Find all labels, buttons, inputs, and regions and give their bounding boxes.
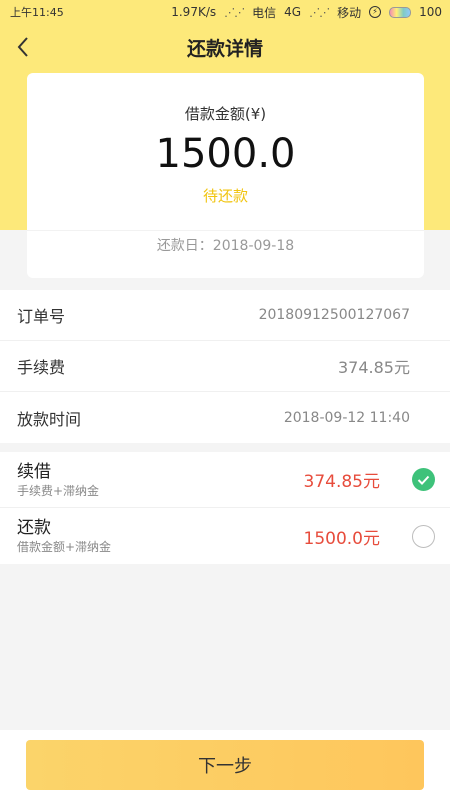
carrier-2: 移动 xyxy=(337,5,362,20)
network-speed: 1.97K/s xyxy=(171,5,217,19)
checked-circle-icon[interactable] xyxy=(412,468,435,491)
info-label: 订单号 xyxy=(17,307,66,326)
option-subtitle: 手续费+滞纳金 xyxy=(17,483,100,498)
status-time: 上午11:45 xyxy=(10,6,64,19)
option-title: 续借 xyxy=(17,461,51,482)
info-value: 20180912500127067 xyxy=(258,307,410,323)
amount-card: 借款金额(¥) 1500.0 待还款 还款日：2018-09-18 xyxy=(27,73,424,278)
info-list: 订单号 20180912500127067 手续费 374.85元 放款时间 2… xyxy=(0,290,450,443)
info-row-order-number: 订单号 20180912500127067 xyxy=(0,290,450,341)
option-title: 还款 xyxy=(17,518,51,538)
carrier-1: 电信 xyxy=(252,5,277,20)
divider xyxy=(27,230,424,231)
bottom-bar: 下一步 xyxy=(0,730,450,800)
status-bar: 上午11:45 1.97K/s ⋰⋰ 电信 4G ⋰⋰ 移动 ⚡ 100 xyxy=(0,0,450,24)
unchecked-circle-icon[interactable] xyxy=(412,524,435,548)
due-date: 还款日：2018-09-18 xyxy=(156,238,295,254)
loan-amount: 1500.0 xyxy=(155,131,296,177)
info-row-fee: 手续费 374.85元 xyxy=(0,341,450,392)
info-row-loan-time: 放款时间 2018-09-12 11:40 xyxy=(0,392,450,443)
page-title: 还款详情 xyxy=(186,37,263,60)
nav-bar: 还款详情 xyxy=(0,24,450,70)
info-label: 放款时间 xyxy=(17,409,82,429)
option-repay[interactable]: 还款 借款金额+滞纳金 1500.0元 xyxy=(0,508,450,564)
back-button[interactable] xyxy=(8,30,38,64)
battery-icon xyxy=(389,6,412,18)
battery-level: 100 xyxy=(419,5,442,19)
option-subtitle: 借款金额+滞纳金 xyxy=(17,540,112,554)
charging-icon: ⚡ xyxy=(369,6,382,18)
option-amount: 1500.0元 xyxy=(303,528,380,549)
amount-label: 借款金额(¥) xyxy=(184,105,267,123)
info-label: 手续费 xyxy=(17,358,66,377)
network-type: 4G xyxy=(284,5,302,19)
next-step-button[interactable]: 下一步 xyxy=(26,740,424,790)
chevron-left-icon xyxy=(17,37,28,57)
repayment-options: 续借 手续费+滞纳金 374.85元 还款 借款金额+滞纳金 1500.0元 xyxy=(0,452,450,564)
signal-icon-2: ⋰⋰ xyxy=(309,5,330,19)
option-amount: 374.85元 xyxy=(303,472,380,492)
status-badge: 待还款 xyxy=(202,187,248,205)
option-renew[interactable]: 续借 手续费+滞纳金 374.85元 xyxy=(0,452,450,508)
info-value: 374.85元 xyxy=(338,358,410,377)
info-value: 2018-09-12 11:40 xyxy=(283,409,410,426)
signal-icon: ⋰⋰ xyxy=(224,5,245,19)
